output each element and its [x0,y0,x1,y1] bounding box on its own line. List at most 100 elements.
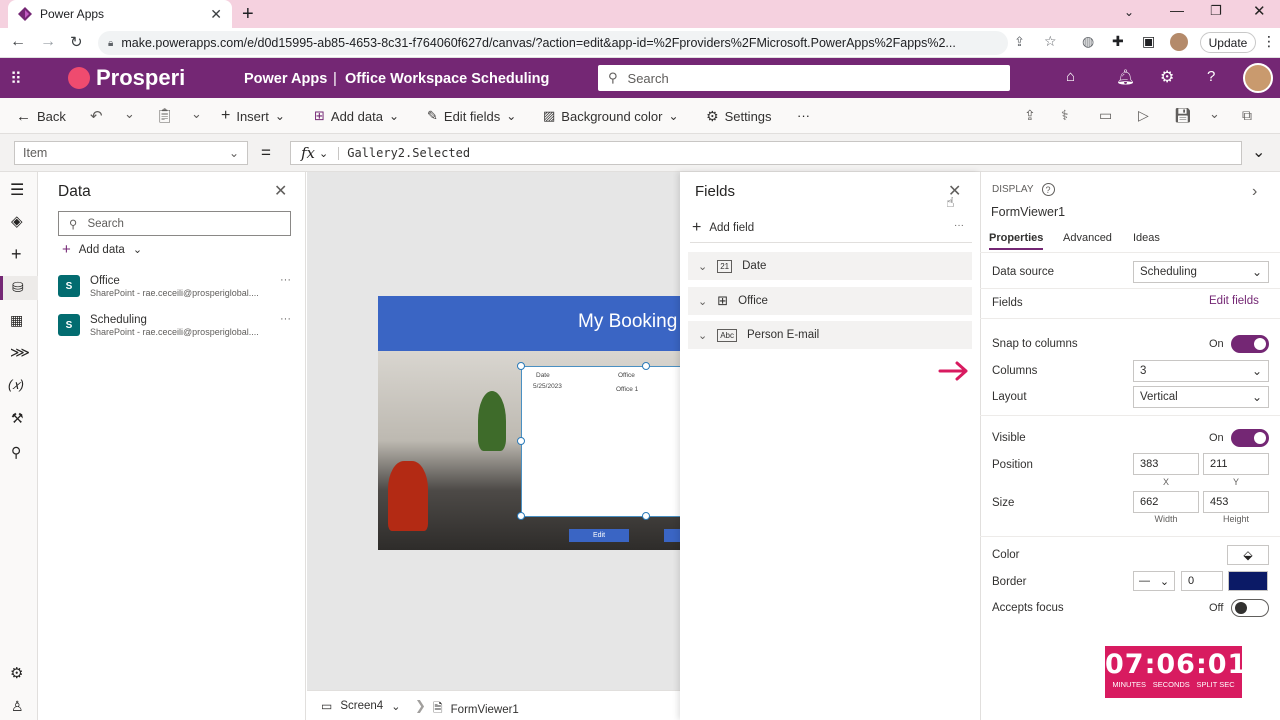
data-source-office[interactable]: S Office SharePoint - rae.ceceili@prospe… [58,270,298,302]
paste-dropdown-chevron-icon[interactable]: ⌄ [191,106,202,122]
browser-menu-icon[interactable]: ⋮ [1262,33,1276,50]
accepts-focus-toggle[interactable] [1231,599,1269,617]
layout-dropdown[interactable]: Vertical ⌄ [1133,386,1269,408]
undo-icon[interactable]: ↶ [90,107,103,125]
back-arrow-icon[interactable]: ← [10,33,26,51]
position-x-input[interactable]: 383 [1133,453,1199,475]
design-canvas[interactable]: My Booking Date 5/25/2023 Office Office … [307,172,680,690]
border-width-input[interactable]: 0 [1181,571,1223,591]
help-question-icon[interactable]: ? [1207,68,1215,85]
edit-fields-link[interactable]: Edit fields [1209,295,1259,307]
notifications-bell-icon[interactable]: 🔔︎ [1116,68,1135,86]
tab-search-icon[interactable]: ⌄ [1124,5,1134,19]
field-row-office[interactable]: ⌄ ⊞ Office [688,287,972,315]
share-icon[interactable]: ⇪ [1014,34,1025,50]
field-row-person-email[interactable]: ⌄ Abc Person E-mail [688,321,972,349]
share-app-icon[interactable]: ⇪ [1024,107,1036,124]
save-icon[interactable]: 💾︎ [1174,107,1192,124]
snap-to-columns-toggle[interactable] [1231,335,1269,353]
new-tab-icon[interactable]: + [242,3,254,26]
more-commands-button[interactable]: ··· [797,108,810,123]
app-launcher-icon[interactable]: ⠿ [10,69,22,89]
add-data-button[interactable]: ⊞ Add data ⌄ [314,98,399,134]
screen-selector[interactable]: ▭ Screen4 ⌄ [321,699,400,713]
tree-view-layers-icon[interactable]: ◈ [11,212,23,230]
preview-play-icon[interactable]: ▷ [1138,107,1149,124]
background-color-button[interactable]: ▨ Background color ⌄ [543,98,679,134]
close-data-pane-icon[interactable]: ✕ [274,181,287,201]
data-search-input[interactable]: ⚲ Search [58,211,291,236]
power-automate-icon[interactable]: ⋙ [10,344,30,361]
insert-button[interactable]: + Insert ⌄ [221,98,285,134]
add-field-button[interactable]: + Add field [692,219,754,237]
second-button[interactable] [664,529,680,542]
virtual-agent-icon[interactable]: ♙ [11,698,24,715]
address-bar[interactable]: 🔒︎ make.powerapps.com/e/d0d15995-ab85-46… [98,31,1008,55]
collapse-pane-chevron-icon[interactable]: › [1252,183,1257,201]
form-viewer[interactable]: Date 5/25/2023 Office Office 1 [521,366,680,517]
edit-button[interactable]: Edit [569,529,629,542]
forward-arrow-icon[interactable]: → [40,33,56,51]
environment-icon[interactable]: ⌂ [1066,68,1075,85]
add-data-link[interactable]: + Add data ⌄ [62,241,142,258]
bookmark-star-icon[interactable]: ☆ [1044,33,1057,50]
resize-handle[interactable] [517,437,525,445]
fill-color-picker[interactable]: ⬙ [1227,545,1269,565]
global-search-input[interactable]: ⚲ Search [598,65,1010,91]
extension-icon[interactable]: ◍ [1082,33,1094,50]
insert-plus-icon[interactable]: + [11,244,22,265]
settings-button[interactable]: ⚙ Settings [706,98,772,134]
undo-dropdown-chevron-icon[interactable]: ⌄ [124,106,135,122]
app-screen[interactable]: My Booking Date 5/25/2023 Office Office … [378,296,680,550]
media-icon[interactable]: ▦ [10,312,23,329]
data-source-more-icon[interactable]: ··· [280,313,291,325]
position-y-input[interactable]: 211 [1203,453,1269,475]
height-input[interactable]: 453 [1203,491,1269,513]
profile-avatar[interactable] [1170,33,1188,51]
expand-formula-chevron-icon[interactable]: ⌄ [1252,142,1265,162]
publish-icon[interactable]: ⧉ [1242,107,1252,124]
edit-fields-button[interactable]: ✎ Edit fields ⌄ [427,98,516,134]
columns-dropdown[interactable]: 3 ⌄ [1133,360,1269,382]
width-input[interactable]: 662 [1133,491,1199,513]
maximize-icon[interactable]: ❐ [1210,3,1222,19]
resize-handle[interactable] [517,512,525,520]
save-dropdown-chevron-icon[interactable]: ⌄ [1209,106,1220,122]
reload-icon[interactable]: ↻ [70,33,83,51]
tab-advanced[interactable]: Advanced [1063,232,1112,244]
control-breadcrumb[interactable]: 🗎︎ FormViewer1 [433,699,519,720]
data-source-scheduling[interactable]: S Scheduling SharePoint - rae.ceceili@pr… [58,309,298,341]
advanced-tools-icon[interactable]: ⚒ [11,410,24,427]
tab-properties[interactable]: Properties [989,232,1044,250]
fields-more-icon[interactable]: ··· [954,220,964,231]
sidebar-icon[interactable]: ▣ [1142,33,1155,50]
puzzle-extensions-icon[interactable]: ✚ [1112,33,1124,50]
property-dropdown[interactable]: Item ⌄ [14,141,248,165]
paste-icon[interactable]: 📋︎ [156,107,174,124]
comments-icon[interactable]: ▭ [1099,107,1112,124]
visible-toggle[interactable] [1231,429,1269,447]
settings-gear-icon[interactable]: ⚙ [1160,67,1174,87]
hamburger-menu-icon[interactable]: ☰ [10,180,24,200]
data-source-dropdown[interactable]: Scheduling ⌄ [1133,261,1269,283]
info-icon[interactable]: ? [1041,183,1055,196]
formula-input[interactable]: fx ⌄ Gallery2.Selected [290,141,1242,165]
minimize-icon[interactable]: — [1170,2,1184,18]
app-checker-icon[interactable]: ⚕ [1061,107,1069,124]
data-cylinder-icon[interactable]: ⛁ [0,276,38,300]
border-style-dropdown[interactable]: — ⌄ [1133,571,1175,591]
data-source-more-icon[interactable]: ··· [280,274,291,286]
close-tab-icon[interactable]: ✕ [210,6,222,23]
settings-rail-gear-icon[interactable]: ⚙ [10,664,23,682]
back-button[interactable]: ← Back [16,98,66,134]
tab-ideas[interactable]: Ideas [1133,232,1160,244]
resize-handle[interactable] [517,362,525,370]
field-row-date[interactable]: ⌄ 21 Date [688,252,972,280]
user-avatar[interactable] [1243,63,1273,93]
browser-tab[interactable]: Power Apps ✕ [8,0,232,28]
update-button[interactable]: Update [1200,32,1256,53]
resize-handle[interactable] [642,362,650,370]
close-window-icon[interactable]: ✕ [1253,2,1266,20]
resize-handle[interactable] [642,512,650,520]
variables-icon[interactable]: (𝑥) [8,377,24,393]
